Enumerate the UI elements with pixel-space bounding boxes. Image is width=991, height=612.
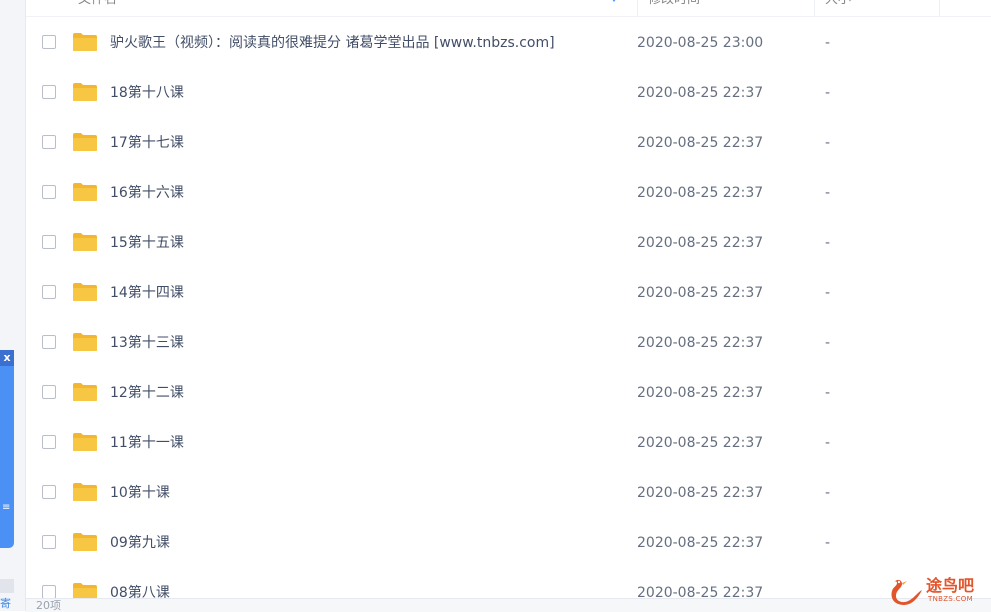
checkbox-icon[interactable] bbox=[42, 535, 56, 549]
file-size: - bbox=[825, 435, 831, 451]
file-row[interactable]: 13第十三课 2020-08-25 22:37 - bbox=[26, 318, 991, 368]
checkbox-icon[interactable] bbox=[42, 285, 56, 299]
column-header-size[interactable]: 大小 bbox=[814, 0, 949, 16]
file-size: - bbox=[825, 285, 831, 301]
file-name[interactable]: 15第十五课 bbox=[110, 233, 184, 253]
file-row[interactable]: 18第十八课 2020-08-25 22:37 - bbox=[26, 68, 991, 118]
file-size: - bbox=[825, 385, 831, 401]
modified-time: 2020-08-25 22:37 bbox=[637, 135, 764, 151]
modified-time: 2020-08-25 22:37 bbox=[637, 285, 764, 301]
file-row[interactable]: 12第十二课 2020-08-25 22:37 - bbox=[26, 368, 991, 418]
file-list-header: 文件名 修改时间 大小 bbox=[26, 0, 991, 17]
file-name[interactable]: 13第十三课 bbox=[110, 333, 184, 353]
folder-icon bbox=[73, 183, 97, 201]
checkbox-icon[interactable] bbox=[42, 435, 56, 449]
file-row[interactable]: 驴火歌王（视频）：阅读真的很难提分 诸葛学堂出品 [www.tnbzs.com]… bbox=[26, 18, 991, 68]
checkbox-icon[interactable] bbox=[42, 135, 56, 149]
sidebar-bottom-block bbox=[0, 579, 14, 593]
folder-icon bbox=[73, 533, 97, 551]
file-row[interactable]: 10第十课 2020-08-25 22:37 - bbox=[26, 468, 991, 518]
modified-time: 2020-08-25 23:00 bbox=[637, 35, 764, 51]
folder-icon bbox=[73, 483, 97, 501]
folder-icon bbox=[73, 133, 97, 151]
folder-icon bbox=[73, 233, 97, 251]
modified-time: 2020-08-25 22:37 bbox=[637, 335, 764, 351]
modified-time: 2020-08-25 22:37 bbox=[637, 185, 764, 201]
sidebar-bottom-link[interactable]: 寄 bbox=[0, 597, 11, 611]
folder-icon bbox=[73, 433, 97, 451]
side-promo-panel[interactable] bbox=[0, 350, 14, 548]
folder-icon bbox=[73, 33, 97, 51]
checkbox-icon[interactable] bbox=[42, 85, 56, 99]
file-size: - bbox=[825, 235, 831, 251]
file-name[interactable]: 17第十七课 bbox=[110, 133, 184, 153]
file-name[interactable]: 16第十六课 bbox=[110, 183, 184, 203]
modified-time: 2020-08-25 22:37 bbox=[637, 385, 764, 401]
file-row[interactable]: 15第十五课 2020-08-25 22:37 - bbox=[26, 218, 991, 268]
file-list: 驴火歌王（视频）：阅读真的很难提分 诸葛学堂出品 [www.tnbzs.com]… bbox=[26, 18, 991, 611]
modified-time: 2020-08-25 22:37 bbox=[637, 485, 764, 501]
file-size: - bbox=[825, 135, 831, 151]
file-row[interactable]: 11第十一课 2020-08-25 22:37 - bbox=[26, 418, 991, 468]
modified-time: 2020-08-25 22:37 bbox=[637, 435, 764, 451]
item-count: 20项 bbox=[36, 599, 61, 612]
file-row[interactable]: 17第十七课 2020-08-25 22:37 - bbox=[26, 118, 991, 168]
file-row[interactable]: 09第九课 2020-08-25 22:37 - bbox=[26, 518, 991, 568]
file-size: - bbox=[825, 185, 831, 201]
modified-time: 2020-08-25 22:37 bbox=[637, 85, 764, 101]
watermark-bird-icon bbox=[891, 579, 922, 605]
folder-icon bbox=[73, 383, 97, 401]
checkbox-icon[interactable] bbox=[42, 335, 56, 349]
file-name[interactable]: 18第十八课 bbox=[110, 83, 184, 103]
sort-down-icon[interactable] bbox=[610, 0, 618, 2]
folder-icon bbox=[73, 83, 97, 101]
file-size: - bbox=[825, 35, 831, 51]
modified-time: 2020-08-25 22:37 bbox=[637, 535, 764, 551]
file-row[interactable]: 16第十六课 2020-08-25 22:37 - bbox=[26, 168, 991, 218]
folder-icon bbox=[73, 333, 97, 351]
file-size: - bbox=[825, 85, 831, 101]
watermark-title: 途鸟吧 bbox=[926, 576, 975, 595]
checkbox-icon[interactable] bbox=[42, 235, 56, 249]
checkbox-icon[interactable] bbox=[42, 35, 56, 49]
folder-icon bbox=[73, 283, 97, 301]
column-header-name[interactable]: 文件名 bbox=[78, 0, 624, 16]
column-header-extra bbox=[939, 0, 991, 16]
file-name[interactable]: 14第十四课 bbox=[110, 283, 184, 303]
close-icon[interactable]: x bbox=[0, 350, 14, 366]
watermark-logo: 途鸟吧 TNBZS.COM bbox=[888, 574, 988, 608]
status-bar: 20项 bbox=[26, 598, 991, 612]
side-panel-mark: ≡ bbox=[2, 502, 11, 513]
file-list-pane: 文件名 修改时间 大小 驴火歌王（视频）：阅读真的很难提分 诸葛学堂出品 [ww… bbox=[26, 0, 991, 611]
file-name[interactable]: 12第十二课 bbox=[110, 383, 184, 403]
file-size: - bbox=[825, 485, 831, 501]
checkbox-icon[interactable] bbox=[42, 585, 56, 599]
checkbox-icon[interactable] bbox=[42, 385, 56, 399]
modified-time: 2020-08-25 22:37 bbox=[637, 235, 764, 251]
file-name[interactable]: 驴火歌王（视频）：阅读真的很难提分 诸葛学堂出品 [www.tnbzs.com] bbox=[110, 33, 555, 53]
file-size: - bbox=[825, 335, 831, 351]
checkbox-icon[interactable] bbox=[42, 185, 56, 199]
file-row[interactable]: 14第十四课 2020-08-25 22:37 - bbox=[26, 268, 991, 318]
file-name[interactable]: 11第十一课 bbox=[110, 433, 184, 453]
column-header-time[interactable]: 修改时间 bbox=[637, 0, 823, 16]
file-name[interactable]: 10第十课 bbox=[110, 483, 170, 503]
file-name[interactable]: 09第九课 bbox=[110, 533, 170, 553]
watermark-url: TNBZS.COM bbox=[928, 595, 973, 603]
file-size: - bbox=[825, 535, 831, 551]
checkbox-icon[interactable] bbox=[42, 485, 56, 499]
